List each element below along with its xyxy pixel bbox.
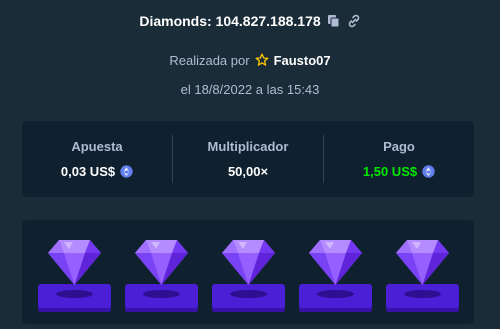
star-icon <box>255 53 269 67</box>
gem-tile <box>385 236 459 316</box>
coin-icon <box>422 165 435 178</box>
diamond-icon <box>47 236 102 286</box>
gem-tile <box>298 236 372 316</box>
tile-base <box>385 284 459 312</box>
multiplier-label: Multiplicador <box>207 139 289 154</box>
bet-title-row: Diamonds: 104.827.188.178 <box>0 10 500 32</box>
made-by-label: Realizada por <box>169 52 250 68</box>
tile-base <box>298 284 372 312</box>
game-title: Diamonds: 104.827.188.178 <box>139 13 321 29</box>
tile-base <box>211 284 285 312</box>
bet-stats-panel: Apuesta 0,03 US$ Multiplicador 50,00× Pa… <box>22 121 474 197</box>
tile-base <box>124 284 198 312</box>
gem-shadow <box>55 290 93 298</box>
payout-label: Pago <box>383 139 415 154</box>
username-link[interactable]: Fausto07 <box>274 53 331 68</box>
diamond-icon <box>221 236 276 286</box>
gem-tile <box>124 236 198 316</box>
diamond-icon <box>395 236 450 286</box>
made-by-row: Realizada por Fausto07 <box>0 51 500 69</box>
gem-shadow <box>316 290 354 298</box>
diamond-icon <box>308 236 363 286</box>
multiplier-stat: Multiplicador 50,00× <box>173 121 323 197</box>
gems-result-panel <box>22 220 474 324</box>
link-icon[interactable] <box>347 14 361 28</box>
gem-shadow <box>229 290 267 298</box>
gem-shadow <box>142 290 180 298</box>
multiplier-value: 50,00× <box>227 164 269 179</box>
bet-amount-value: 0,03 US$ <box>60 164 116 179</box>
bet-amount-stat: Apuesta 0,03 US$ <box>22 121 172 197</box>
payout-stat: Pago 1,50 US$ <box>324 121 474 197</box>
bet-date: el 18/8/2022 a las 15:43 <box>180 82 320 97</box>
tile-base <box>37 284 111 312</box>
bet-amount-value-wrap: 0,03 US$ <box>61 164 133 179</box>
bet-amount-label: Apuesta <box>71 139 123 154</box>
coin-icon <box>120 165 133 178</box>
gem-shadow <box>403 290 441 298</box>
payout-value: 1,50 US$ <box>362 164 418 179</box>
payout-value-wrap: 1,50 US$ <box>363 164 435 179</box>
copy-icon[interactable] <box>327 14 341 28</box>
gem-tile <box>211 236 285 316</box>
diamond-icon <box>134 236 189 286</box>
gem-tile <box>37 236 111 316</box>
